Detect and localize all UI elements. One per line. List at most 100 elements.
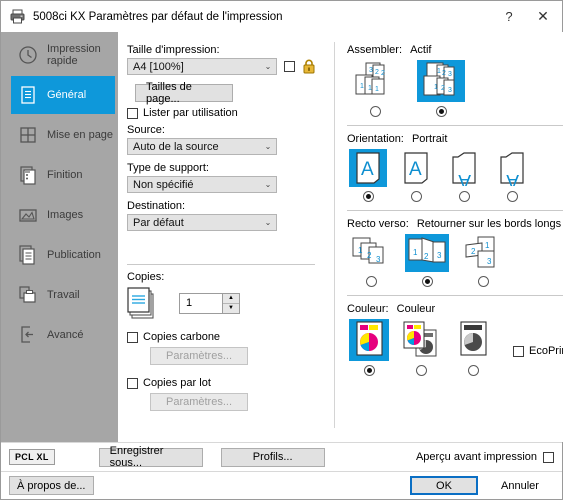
batch-copies-settings-button[interactable]: Paramètres... (150, 393, 248, 411)
orientation-separator (347, 210, 563, 211)
print-size-value: A4 [100%] (133, 60, 184, 73)
orientation-option-landscape-rotated[interactable]: A (493, 149, 531, 202)
right-settings-column: Assembler: Actif 3 2 2 1 1 1 1 2 3 1 2 3… (335, 32, 563, 442)
ecoprint-label: EcoPrint (529, 345, 563, 357)
color-radio-mono[interactable] (467, 365, 479, 376)
duplex-option-long-edge[interactable]: 1 2 3 (405, 234, 449, 287)
ecoprint-row[interactable]: EcoPrint (513, 345, 563, 357)
copies-decrement-button[interactable]: ▼ (223, 303, 239, 313)
ok-button[interactable]: OK (410, 476, 478, 495)
about-button[interactable]: À propos de... (9, 476, 94, 495)
svg-text:A: A (458, 170, 471, 186)
padlock-icon (302, 59, 316, 74)
collate-separator (347, 125, 563, 126)
svg-text:2: 2 (381, 70, 385, 77)
svg-text:2: 2 (424, 252, 429, 261)
sidebar-item-images[interactable]: Images (11, 196, 115, 234)
list-by-use-row[interactable]: Lister par utilisation (127, 107, 334, 119)
flip-long-edge-icon: 1 2 3 (405, 234, 449, 272)
sidebar-item-impression-rapide[interactable]: Impression rapide (11, 36, 115, 74)
color-options: EcoPrint (349, 319, 563, 376)
list-by-use-checkbox[interactable] (127, 107, 138, 119)
list-by-use-label: Lister par utilisation (143, 107, 238, 119)
svg-text:1: 1 (360, 83, 364, 90)
ecoprint-checkbox[interactable] (513, 345, 524, 357)
printer-icon (9, 8, 26, 25)
duplex-radio-long-edge[interactable] (421, 276, 433, 287)
orientation-radio-portrait[interactable] (362, 191, 374, 202)
print-size-lock-checkbox[interactable] (284, 61, 295, 72)
orientation-radio-landscape[interactable] (458, 191, 470, 202)
color-radio-full[interactable] (363, 365, 375, 376)
orientation-option-portrait[interactable]: A (349, 149, 387, 202)
close-icon[interactable]: ✕ (524, 2, 562, 32)
orientation-radio-landscape-rotated[interactable] (506, 191, 518, 202)
svg-text:1: 1 (485, 241, 490, 250)
profiles-button[interactable]: Profils... (220, 447, 325, 467)
pdl-badge: PCL XL (9, 449, 55, 465)
sidebar-item-avance[interactable]: Avancé (11, 316, 115, 354)
full-color-icon (349, 319, 389, 361)
carbon-copies-checkbox[interactable] (127, 331, 138, 343)
orientation-option-portrait-rotated[interactable]: A (397, 149, 435, 202)
window-title: 5008ci KX Paramètres par défaut de l'imp… (33, 10, 283, 23)
collate-option-off[interactable]: 3 2 2 1 1 1 (351, 60, 399, 117)
sidebar-item-general[interactable]: Général (11, 76, 115, 114)
collate-option-on[interactable]: 1 2 3 1 2 3 (417, 60, 465, 117)
media-type-select[interactable]: Non spécifié ⌄ (127, 176, 277, 193)
batch-copies-row[interactable]: Copies par lot (127, 377, 334, 389)
save-as-button[interactable]: Enregistrer sous... (98, 445, 203, 469)
picture-icon (17, 204, 39, 226)
duplex-title: Recto verso: Retourner sur les bords lon… (347, 218, 563, 230)
print-size-select[interactable]: A4 [100%] ⌄ (127, 58, 277, 75)
orientation-option-landscape[interactable]: A (445, 149, 483, 202)
copies-input[interactable]: 1 (180, 294, 222, 313)
print-preview-row[interactable]: Aperçu avant impression (416, 451, 554, 463)
sidebar-item-publication[interactable]: Publication (11, 236, 115, 274)
sidebar-item-label: Impression rapide (47, 43, 101, 67)
print-size-label: Taille d'impression: (127, 44, 220, 56)
print-preview-checkbox[interactable] (543, 451, 554, 463)
color-radio-mixed[interactable] (415, 365, 427, 376)
orientation-title: Orientation: Portrait (347, 133, 563, 145)
carbon-copies-label: Copies carbone (143, 331, 221, 343)
destination-value: Par défaut (133, 216, 184, 229)
color-option-mixed[interactable] (401, 319, 441, 376)
svg-text:3: 3 (369, 67, 373, 74)
carbon-copies-row[interactable]: Copies carbone (127, 331, 334, 343)
sidebar-item-finition[interactable]: Finition (11, 156, 115, 194)
sidebar-item-label: Mise en page (47, 129, 114, 141)
svg-text:3: 3 (376, 255, 381, 264)
help-button[interactable]: ? (494, 2, 524, 32)
collate-value: Actif (410, 44, 432, 56)
svg-text:A: A (409, 159, 422, 180)
orientation-radio-portrait-rotated[interactable] (410, 191, 422, 202)
color-option-mono[interactable] (453, 319, 493, 376)
copies-increment-button[interactable]: ▲ (223, 293, 239, 304)
destination-select[interactable]: Par défaut ⌄ (127, 214, 277, 231)
color-value: Couleur (396, 303, 436, 315)
duplex-option-simplex[interactable]: 1 2 3 (349, 234, 393, 287)
svg-text:1: 1 (434, 84, 438, 91)
duplex-radio-short-edge[interactable] (477, 276, 489, 287)
sidebar: Impression rapide Général Mise en page F… (1, 32, 119, 442)
left-settings-column: Taille d'impression: A4 [100%] ⌄ Tailles… (119, 32, 334, 442)
duplex-separator (347, 295, 563, 296)
sidebar-item-mise-en-page[interactable]: Mise en page (11, 116, 115, 154)
collate-radio-on[interactable] (435, 106, 447, 117)
chevron-down-icon: ⌄ (264, 180, 272, 189)
sidebar-item-travail[interactable]: Travail (11, 276, 115, 314)
duplex-option-short-edge[interactable]: 1 2 3 (461, 234, 505, 287)
booklet-icon (17, 244, 39, 266)
carbon-copies-settings-button[interactable]: Paramètres... (150, 347, 248, 365)
clock-icon (17, 44, 39, 66)
color-option-full[interactable] (349, 319, 389, 376)
collate-radio-off[interactable] (369, 106, 381, 117)
source-select[interactable]: Auto de la source ⌄ (127, 138, 277, 155)
cancel-button[interactable]: Annuler (486, 476, 554, 495)
batch-copies-checkbox[interactable] (127, 377, 138, 389)
orientation-options: A A A A (349, 149, 563, 202)
svg-text:3: 3 (448, 71, 452, 78)
page-sizes-button[interactable]: Tailles de page... (135, 81, 233, 105)
duplex-radio-simplex[interactable] (365, 276, 377, 287)
